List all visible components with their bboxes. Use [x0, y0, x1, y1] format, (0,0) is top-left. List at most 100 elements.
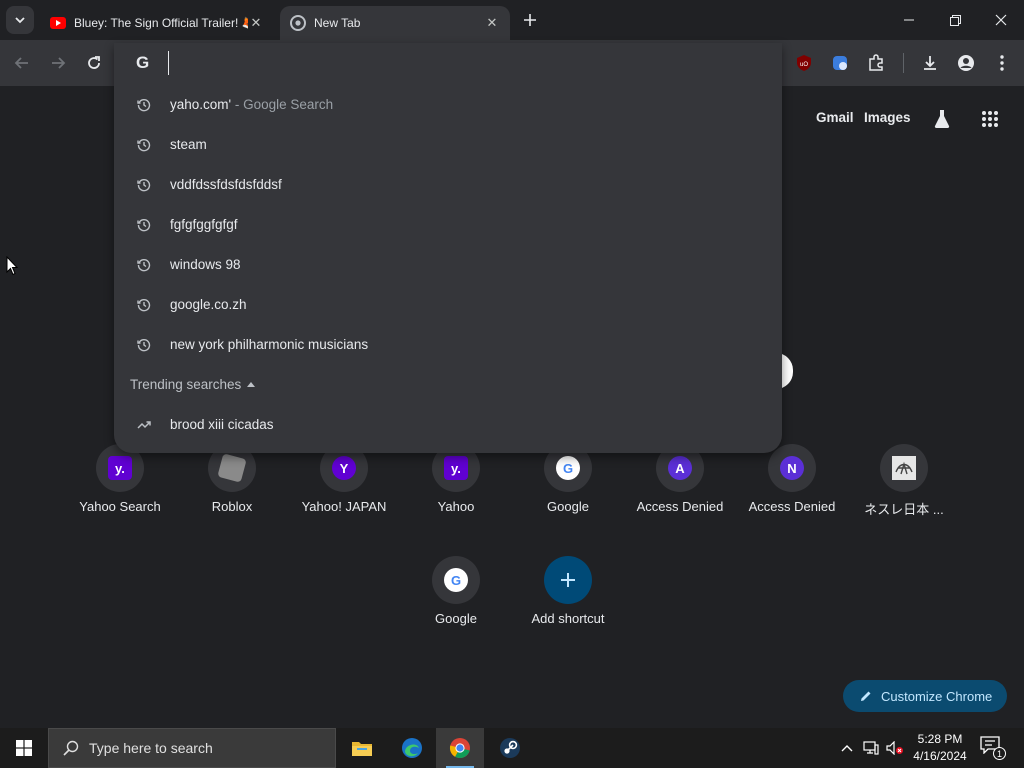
close-window-button[interactable] [978, 0, 1024, 40]
tab-new-tab[interactable]: New Tab ✕ [280, 6, 510, 40]
suggestion-row[interactable]: fgfgfggfgfgf [114, 205, 782, 245]
shortcut-label: Yahoo! JAPAN [301, 499, 387, 514]
suggestion-text: yaho.com' [170, 97, 232, 112]
restore-icon [949, 14, 961, 26]
omnibox-popup: G yaho.com' - Google Search steam vddfds… [114, 43, 782, 453]
plus-icon [561, 573, 575, 587]
history-icon [136, 97, 152, 113]
history-icon [136, 137, 152, 153]
volume-tray-button[interactable] [884, 728, 906, 768]
taskbar-clock[interactable]: 5:28 PM 4/16/2024 [906, 731, 974, 765]
omnibox: G [114, 43, 782, 83]
customize-chrome-label: Customize Chrome [881, 688, 993, 704]
start-button[interactable] [0, 728, 48, 768]
shortcut-label: Access Denied [748, 499, 836, 514]
reload-button[interactable] [80, 49, 108, 77]
back-button[interactable] [8, 49, 36, 77]
extensions-puzzle-icon[interactable] [862, 49, 890, 77]
clock-time: 5:28 PM [917, 732, 963, 746]
yahoo-japan-favicon: Y [332, 456, 356, 480]
edge-taskbar-button[interactable] [388, 728, 436, 768]
yahoo-search-favicon: y. [108, 456, 132, 480]
suggestion-text: brood xiii cicadas [170, 417, 274, 432]
forward-button[interactable] [44, 49, 72, 77]
file-explorer-taskbar-button[interactable] [338, 728, 386, 768]
images-link[interactable]: Images [864, 110, 911, 125]
svg-text:uO: uO [800, 62, 808, 68]
tab-strip: Bluey: The Sign Official Trailer! 🦊 ✕ Ne… [0, 0, 1024, 40]
google-apps-button[interactable] [977, 106, 1003, 132]
chevron-down-icon [15, 17, 25, 24]
history-icon [136, 257, 152, 273]
nestle-favicon [892, 456, 916, 480]
plus-icon [524, 14, 536, 26]
trending-suggestion-row[interactable]: brood xiii cicadas [114, 405, 782, 445]
caret-up-icon [247, 382, 256, 387]
suggestion-row[interactable]: windows 98 [114, 245, 782, 285]
taskbar-search-box[interactable]: Type here to search [48, 728, 336, 768]
suggestion-row[interactable]: steam [114, 125, 782, 165]
apps-grid-icon [982, 111, 998, 127]
file-explorer-icon [352, 742, 372, 756]
shortcut-label: Google [547, 499, 589, 514]
toolbar-separator [903, 53, 904, 73]
pencil-icon [861, 691, 871, 701]
close-tab-icon[interactable]: ✕ [248, 15, 264, 31]
chrome-icon [290, 15, 306, 31]
yahoo-favicon: y. [444, 456, 468, 480]
download-icon [924, 56, 936, 70]
volume-muted-icon [886, 741, 903, 755]
labs-button[interactable] [929, 106, 955, 132]
chrome-menu-button[interactable] [988, 49, 1016, 77]
minimize-button[interactable] [886, 0, 932, 40]
tab-search-button[interactable] [6, 6, 34, 34]
history-icon [136, 217, 152, 233]
mouse-cursor-icon [6, 256, 18, 276]
show-hidden-icons-button[interactable] [836, 728, 858, 768]
shortcut-label: Access Denied [636, 499, 724, 514]
steam-taskbar-button[interactable] [486, 728, 534, 768]
profile-icon [958, 55, 974, 71]
search-icon [63, 740, 79, 756]
network-icon [863, 741, 879, 755]
suggestion-text: windows 98 [170, 257, 241, 272]
shortcut-label: ネスレ日本 ... [864, 502, 944, 517]
shortcut-label: Yahoo Search [79, 499, 161, 514]
gmail-link[interactable]: Gmail [816, 110, 854, 125]
google-favicon: G [444, 568, 468, 592]
suggestion-text: fgfgfggfgfgf [170, 217, 238, 232]
arrow-right-icon [52, 57, 66, 69]
action-center-button[interactable]: 1 [980, 736, 1006, 760]
add-shortcut-button[interactable]: Add shortcut [512, 540, 624, 652]
shortcut-label: Yahoo [437, 499, 475, 514]
shortcut-google-2[interactable]: G Google [400, 540, 512, 652]
network-tray-button[interactable] [860, 728, 882, 768]
roblox-favicon [217, 453, 247, 483]
tab-title: Bluey: The Sign Official Trailer! 🦊 [74, 16, 248, 30]
close-tab-icon[interactable]: ✕ [484, 15, 500, 31]
close-icon [995, 14, 1007, 26]
chrome-taskbar-button[interactable] [436, 728, 484, 768]
downloads-button[interactable] [916, 49, 944, 77]
windows-logo-icon [16, 740, 32, 756]
profile-button[interactable] [952, 49, 980, 77]
notification-count: 1 [993, 747, 1006, 760]
restore-button[interactable] [932, 0, 978, 40]
suggestion-row[interactable]: vddfdssfdsfdsfddsf [114, 165, 782, 205]
tab-bluey[interactable]: Bluey: The Sign Official Trailer! 🦊 ✕ [40, 6, 274, 40]
trending-searches-header[interactable]: Trending searches [130, 377, 256, 392]
taskbar: Type here to search 5:28 PM 4/16/2024 1 [0, 728, 1024, 768]
reload-icon [88, 56, 100, 69]
shortcut-nestle-japan[interactable]: ネスレ日本 ... [848, 428, 960, 540]
suggestion-row[interactable]: google.co.zh [114, 285, 782, 325]
more-vert-icon [1000, 55, 1004, 71]
youtube-icon [50, 15, 66, 31]
trending-heading: Trending searches [130, 377, 242, 392]
extension-blue-icon[interactable] [826, 49, 854, 77]
suggestion-row[interactable]: new york philharmonic musicians [114, 325, 782, 365]
ublock-origin-icon[interactable]: uO [790, 49, 818, 77]
new-tab-button[interactable] [518, 8, 542, 32]
customize-chrome-button[interactable]: Customize Chrome [843, 680, 1007, 712]
omnibox-input[interactable] [168, 51, 758, 75]
suggestion-row[interactable]: yaho.com' - Google Search [114, 85, 782, 125]
